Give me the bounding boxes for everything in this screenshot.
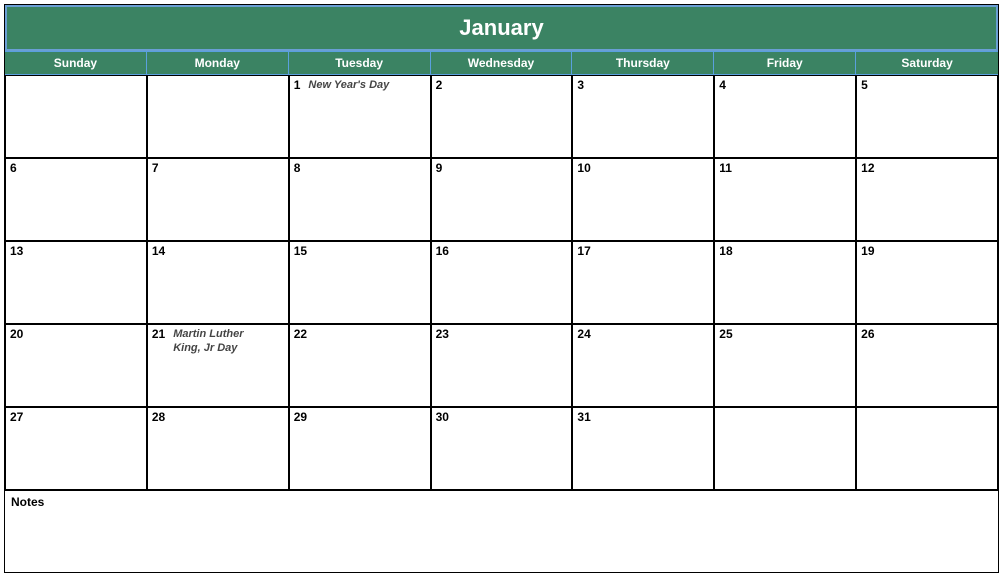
day-cell[interactable]: 4 — [714, 75, 856, 158]
day-cell[interactable]: 18 — [714, 241, 856, 324]
day-cell[interactable]: 22 — [289, 324, 431, 407]
day-cell[interactable]: 13 — [5, 241, 147, 324]
day-number: 24 — [577, 327, 590, 341]
day-number: 31 — [577, 410, 590, 424]
month-title: January — [5, 5, 998, 51]
day-cell[interactable]: 30 — [431, 407, 573, 490]
day-cell[interactable]: 23 — [431, 324, 573, 407]
day-number: 20 — [10, 327, 23, 341]
day-cell[interactable] — [147, 75, 289, 158]
day-number: 18 — [719, 244, 732, 258]
day-event: Martin Luther King, Jr Day — [173, 327, 268, 356]
day-number: 19 — [861, 244, 874, 258]
week-row: 27 28 29 30 31 — [5, 407, 998, 490]
day-cell[interactable] — [856, 407, 998, 490]
day-cell[interactable]: 5 — [856, 75, 998, 158]
day-number: 12 — [861, 161, 874, 175]
day-cell[interactable]: 9 — [431, 158, 573, 241]
day-number: 22 — [294, 327, 307, 341]
week-row: 13 14 15 16 17 18 19 — [5, 241, 998, 324]
day-number: 8 — [294, 161, 301, 175]
day-cell[interactable]: 1 New Year's Day — [289, 75, 431, 158]
calendar-grid: 1 New Year's Day 2 3 4 5 6 7 8 9 10 11 12… — [5, 75, 998, 490]
day-event: New Year's Day — [308, 78, 389, 92]
day-number: 27 — [10, 410, 23, 424]
weekday-wednesday: Wednesday — [431, 52, 573, 74]
day-number: 5 — [861, 78, 868, 92]
day-cell[interactable]: 2 — [431, 75, 573, 158]
day-cell[interactable]: 20 — [5, 324, 147, 407]
day-cell[interactable]: 6 — [5, 158, 147, 241]
day-number: 25 — [719, 327, 732, 341]
day-number: 2 — [436, 78, 443, 92]
day-cell[interactable]: 12 — [856, 158, 998, 241]
weekday-monday: Monday — [147, 52, 289, 74]
day-cell[interactable]: 17 — [572, 241, 714, 324]
week-row: 20 21 Martin Luther King, Jr Day 22 23 24… — [5, 324, 998, 407]
day-number: 11 — [719, 161, 732, 175]
week-row: 1 New Year's Day 2 3 4 5 — [5, 75, 998, 158]
weekday-thursday: Thursday — [572, 52, 714, 74]
day-cell[interactable]: 31 — [572, 407, 714, 490]
day-cell[interactable]: 21 Martin Luther King, Jr Day — [147, 324, 289, 407]
day-cell[interactable]: 10 — [572, 158, 714, 241]
weekday-friday: Friday — [714, 52, 856, 74]
day-number: 4 — [719, 78, 726, 92]
day-number: 9 — [436, 161, 443, 175]
day-cell[interactable]: 29 — [289, 407, 431, 490]
notes-section[interactable]: Notes — [5, 490, 998, 572]
day-cell[interactable]: 27 — [5, 407, 147, 490]
day-cell[interactable]: 16 — [431, 241, 573, 324]
notes-label: Notes — [11, 495, 44, 509]
weekday-header: Sunday Monday Tuesday Wednesday Thursday… — [5, 51, 998, 75]
day-cell[interactable]: 19 — [856, 241, 998, 324]
day-cell[interactable] — [5, 75, 147, 158]
weekday-sunday: Sunday — [5, 52, 147, 74]
day-number: 17 — [577, 244, 590, 258]
day-number: 14 — [152, 244, 165, 258]
weekday-saturday: Saturday — [856, 52, 998, 74]
day-cell[interactable] — [714, 407, 856, 490]
weekday-tuesday: Tuesday — [289, 52, 431, 74]
day-cell[interactable]: 11 — [714, 158, 856, 241]
day-number: 30 — [436, 410, 449, 424]
week-row: 6 7 8 9 10 11 12 — [5, 158, 998, 241]
day-number: 1 — [294, 78, 301, 92]
day-number: 21 — [152, 327, 165, 341]
day-cell[interactable]: 8 — [289, 158, 431, 241]
day-number: 10 — [577, 161, 590, 175]
day-number: 13 — [10, 244, 23, 258]
day-cell[interactable]: 14 — [147, 241, 289, 324]
day-number: 26 — [861, 327, 874, 341]
day-cell[interactable]: 3 — [572, 75, 714, 158]
day-number: 6 — [10, 161, 17, 175]
day-cell[interactable]: 15 — [289, 241, 431, 324]
day-cell[interactable]: 7 — [147, 158, 289, 241]
day-number: 3 — [577, 78, 584, 92]
day-number: 15 — [294, 244, 307, 258]
day-number: 7 — [152, 161, 159, 175]
calendar: January Sunday Monday Tuesday Wednesday … — [4, 4, 999, 573]
day-number: 23 — [436, 327, 449, 341]
day-cell[interactable]: 26 — [856, 324, 998, 407]
day-number: 28 — [152, 410, 165, 424]
day-number: 16 — [436, 244, 449, 258]
day-cell[interactable]: 24 — [572, 324, 714, 407]
day-cell[interactable]: 28 — [147, 407, 289, 490]
day-cell[interactable]: 25 — [714, 324, 856, 407]
day-number: 29 — [294, 410, 307, 424]
